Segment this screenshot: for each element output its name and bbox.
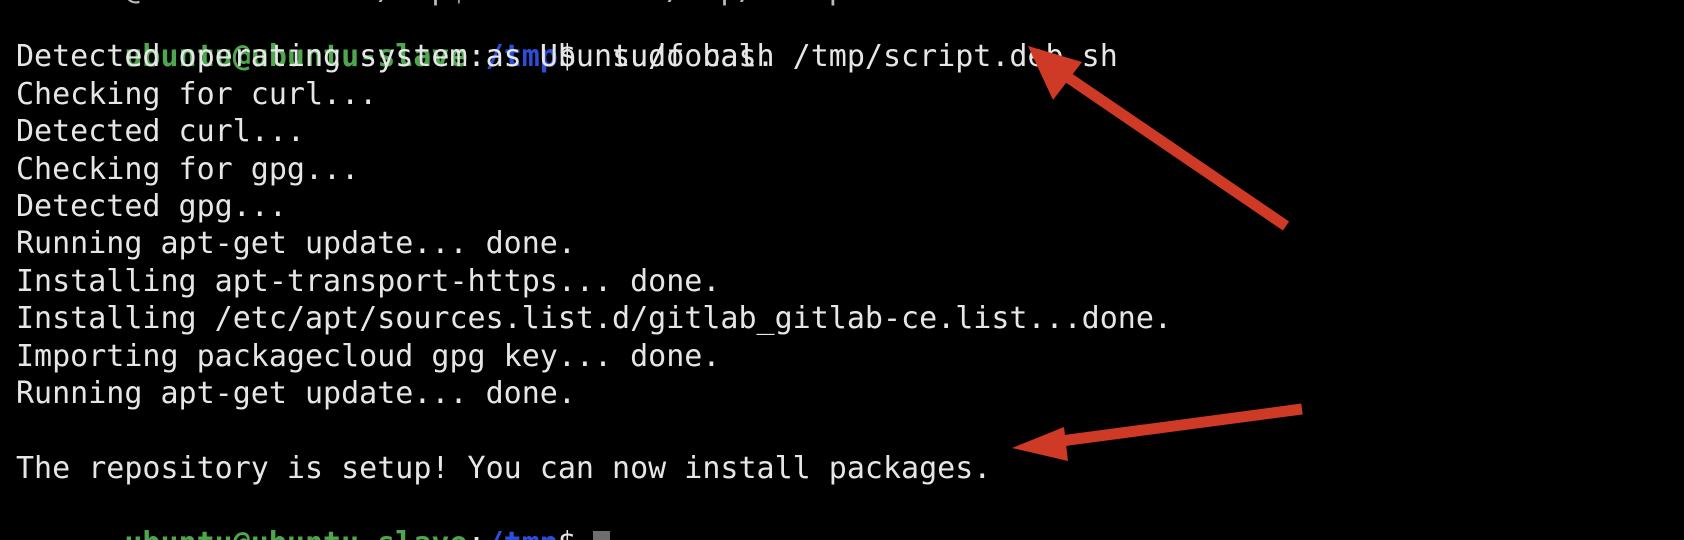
text-cursor [592,530,610,540]
terminal-output-line: Detected gpg... [16,189,287,224]
terminal-prompt-line[interactable]: ubuntu@ubuntu-slave:/tmp$ sudo bash /tmp… [16,1,1117,74]
prompt-separator-bottom: : [468,526,486,540]
terminal-output-line: Running apt-get update... done. [16,226,576,262]
terminal-output-line: Running apt-get update... done. [16,376,576,411]
terminal-prompt-line-bottom[interactable]: ubuntu@ubuntu-slave:/tmp$ [16,487,610,540]
terminal-screen[interactable]: ubuntu@ubuntu-slave:/tmp$ sudo bash /tmp… [0,0,1684,540]
terminal-output-line: Checking for gpg... [16,151,360,187]
terminal-window[interactable]: ubuntu@ubuntu-slave:/tmp$ sudo bash /tmp… [0,0,1684,540]
prompt-user-host-bottom: ubuntu@ubuntu-slave [124,526,467,540]
prompt-sigil-bottom: $ [558,526,576,540]
terminal-output-line: Installing apt-transport-https... done. [16,263,721,299]
terminal-success-message: The repository is setup! You can now ins… [16,450,992,486]
terminal-output-line: Checking for curl... [16,76,378,112]
terminal-output-line: Detected curl... [16,114,305,150]
prompt-path-bottom: /tmp [486,526,558,540]
terminal-output-line: Importing packagecloud gpg key... done. [16,338,721,374]
terminal-output-line: Detected operating system as Ubuntu/foca… [16,39,775,75]
terminal-output-line: Installing /etc/apt/sources.list.d/gitla… [16,301,1172,337]
